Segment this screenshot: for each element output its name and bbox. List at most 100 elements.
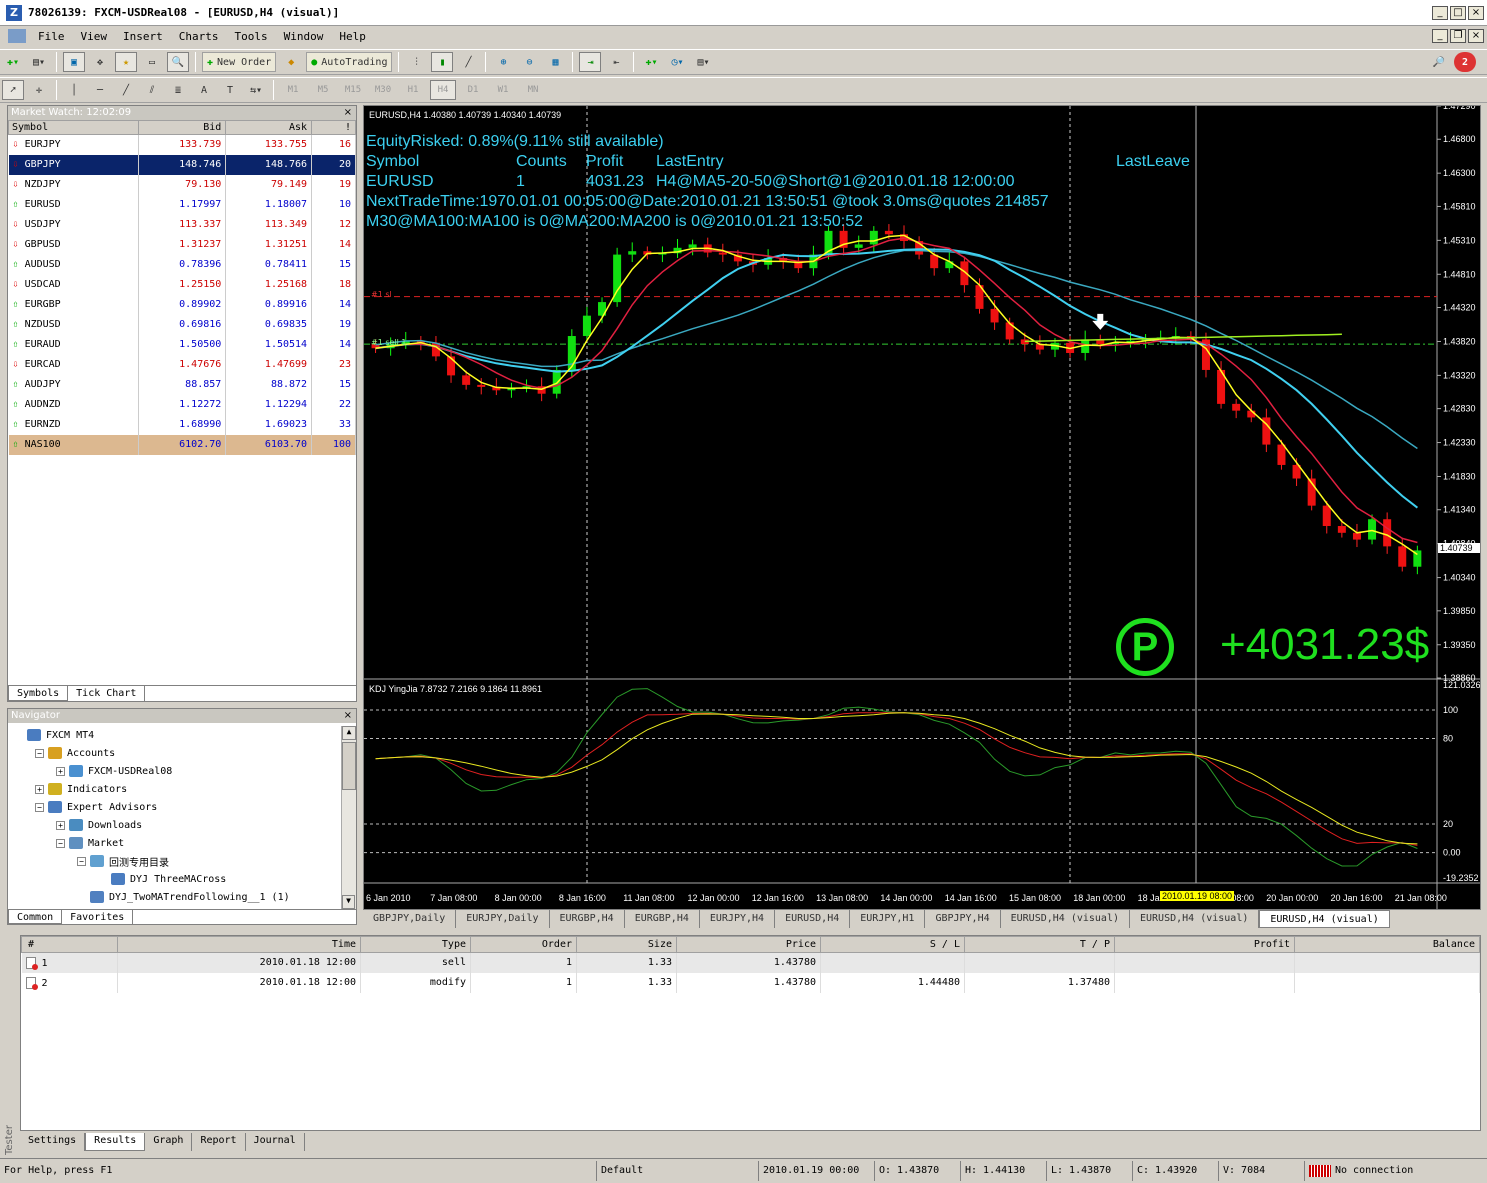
chart-tab[interactable]: GBPJPY,Daily [363, 910, 457, 928]
tile-windows-icon[interactable]: ▦ [544, 52, 566, 72]
tab-symbols[interactable]: Symbols [8, 686, 69, 701]
periods-icon[interactable]: ◷▾ [666, 52, 688, 72]
results-col-header[interactable]: Time [117, 936, 361, 953]
horizontal-line-icon[interactable]: ─ [89, 80, 111, 100]
scroll-up-icon[interactable]: ▲ [342, 726, 356, 740]
tester-tab[interactable]: Results [85, 1133, 146, 1151]
expand-icon[interactable]: + [56, 820, 65, 830]
market-watch-row[interactable]: ⇧ NZDUSD 0.69816 0.69835 19 [8, 314, 356, 335]
menu-insert[interactable]: Insert [115, 30, 171, 43]
zoom-in-icon[interactable]: ⊕ [492, 52, 514, 72]
auto-scroll-icon[interactable]: ⇥ [579, 52, 602, 72]
scroll-down-icon[interactable]: ▼ [342, 895, 355, 909]
cursor-icon[interactable]: ➚ [2, 80, 24, 100]
chart-tab[interactable]: EURJPY,Daily [456, 910, 550, 928]
maximize-button[interactable]: □ [1450, 6, 1466, 20]
results-col-header[interactable]: Price [676, 936, 821, 953]
data-window-icon[interactable]: ✥ [89, 52, 111, 72]
market-watch-row[interactable]: ⇩ GBPUSD 1.31237 1.31251 14 [8, 234, 356, 255]
collapse-icon[interactable]: − [77, 856, 86, 866]
tester-tab[interactable]: Journal [246, 1133, 305, 1151]
chart-tab[interactable]: EURUSD,H4 (visual) [1001, 910, 1130, 928]
autotrading-button[interactable]: ● AutoTrading [306, 52, 393, 72]
chart-tab[interactable]: GBPJPY,H4 [925, 910, 1001, 928]
navigator-item[interactable]: DYJ_TwoMATrendFollowing__1 (1) [12, 888, 340, 906]
terminal-toggle-icon[interactable]: ▭ [141, 52, 163, 72]
menu-tools[interactable]: Tools [227, 30, 276, 43]
market-watch-row[interactable]: ⇧ EURGBP 0.89902 0.89916 14 [8, 294, 356, 315]
bar-chart-icon[interactable]: ⫶ [405, 52, 427, 72]
tester-tab[interactable]: Settings [20, 1133, 86, 1151]
navigator-item[interactable]: − Expert Advisors [12, 798, 340, 816]
market-watch-row[interactable]: ⇧ EURAUD 1.50500 1.50514 14 [8, 334, 356, 355]
menu-window[interactable]: Window [276, 30, 332, 43]
text-icon[interactable]: A [193, 80, 215, 100]
results-col-header[interactable]: Type [360, 936, 471, 953]
market-watch-row[interactable]: ⇧ EURNZD 1.68990 1.69023 33 [8, 414, 356, 435]
tab-tick-chart[interactable]: Tick Chart [68, 686, 146, 701]
navigator-item[interactable]: + FXCM-USDReal08 [12, 762, 340, 780]
market-watch-row[interactable]: ⇩ NZDJPY 79.130 79.149 19 [8, 174, 356, 195]
menu-file[interactable]: File [30, 30, 73, 43]
market-watch-row[interactable]: ⇧ AUDJPY 88.857 88.872 15 [8, 374, 356, 395]
arrows-icon[interactable]: ⇆▾ [245, 80, 267, 100]
chart-tab[interactable]: EURGBP,H4 [550, 910, 625, 928]
chart-tab[interactable]: EURUSD,H4 (visual) [1259, 910, 1390, 928]
strategy-tester-icon[interactable]: 🔍 [167, 52, 189, 72]
market-watch-row[interactable]: ⇧ AUDUSD 0.78396 0.78411 15 [8, 254, 356, 275]
candlestick-icon[interactable]: ▮ [431, 52, 454, 72]
results-col-header[interactable]: # [21, 936, 118, 953]
expand-icon[interactable]: + [56, 766, 65, 776]
chart-tab[interactable]: EURJPY,H1 [850, 910, 926, 928]
chart-window[interactable]: 1.47290 1.46800 1.46300 1.45810 1.45310 1.448… [363, 105, 1481, 910]
new-order-button[interactable]: ✚ New Order [202, 52, 277, 72]
market-watch-row[interactable]: ⇧ AUDNZD 1.12272 1.12294 22 [8, 394, 356, 415]
col-symbol[interactable]: Symbol [8, 120, 139, 135]
results-col-header[interactable]: S / L [820, 936, 965, 953]
scroll-thumb[interactable] [342, 742, 356, 790]
templates-icon[interactable]: ▤▾ [692, 52, 714, 72]
navigator-item[interactable]: + Downloads [12, 816, 340, 834]
navigator-item[interactable]: − Market [12, 834, 340, 852]
results-row[interactable]: 1 2010.01.18 12:00 sell 1 1.33 1.43780 [21, 952, 1480, 973]
chart-tab[interactable]: EURJPY,H4 [700, 910, 776, 928]
navigator-item[interactable]: DYJ ThreeMACross [12, 870, 340, 888]
chart-tab[interactable]: EURGBP,H4 [625, 910, 700, 928]
navigator-item[interactable]: + Indicators [12, 780, 340, 798]
results-col-header[interactable]: Profit [1114, 936, 1295, 953]
tab-common[interactable]: Common [8, 910, 63, 924]
tester-tab[interactable]: Report [192, 1133, 246, 1151]
menu-view[interactable]: View [73, 30, 116, 43]
timeframe-mn[interactable]: MN [520, 80, 546, 100]
timeframe-d1[interactable]: D1 [460, 80, 486, 100]
menu-help[interactable]: Help [331, 30, 374, 43]
menu-charts[interactable]: Charts [171, 30, 227, 43]
tab-favorites[interactable]: Favorites [62, 910, 134, 924]
col-bid[interactable]: Bid [137, 120, 227, 135]
navigator-scrollbar[interactable]: ▲ ▼ [341, 726, 356, 909]
timeframe-m15[interactable]: M15 [340, 80, 366, 100]
indicators-icon[interactable]: ✚▾ [640, 52, 662, 72]
navigator-close-icon[interactable]: × [344, 709, 356, 723]
profiles-icon[interactable]: ▤▾ [28, 52, 50, 72]
close-button[interactable]: × [1468, 6, 1484, 20]
crosshair-icon[interactable]: ✛ [28, 80, 50, 100]
navigator-item[interactable]: − Accounts [12, 744, 340, 762]
results-col-header[interactable]: Order [470, 936, 577, 953]
collapse-icon[interactable]: − [35, 748, 44, 758]
market-watch-row[interactable]: ⇩ EURCAD 1.47676 1.47699 23 [8, 354, 356, 375]
navigator-item[interactable]: − 回测专用目录 [12, 852, 340, 870]
results-row[interactable]: 2 2010.01.18 12:00 modify 1 1.33 1.43780 1.444… [21, 972, 1480, 993]
child-restore-button[interactable]: ❐ [1450, 29, 1466, 43]
metaeditor-icon[interactable]: ◆ [280, 52, 302, 72]
timeframe-h1[interactable]: H1 [400, 80, 426, 100]
timeframe-m1[interactable]: M1 [280, 80, 306, 100]
minimize-button[interactable]: _ [1432, 6, 1448, 20]
search-icon[interactable]: 🔎 [1428, 52, 1450, 72]
results-col-header[interactable]: Balance [1294, 936, 1480, 953]
alerts-badge-icon[interactable]: 2 [1454, 52, 1476, 72]
results-col-header[interactable]: Size [576, 936, 677, 953]
timeframe-m5[interactable]: M5 [310, 80, 336, 100]
col-ask[interactable]: Ask [225, 120, 313, 135]
market-watch-row[interactable]: ⇩ GBPJPY 148.746 148.766 20 [8, 154, 356, 175]
